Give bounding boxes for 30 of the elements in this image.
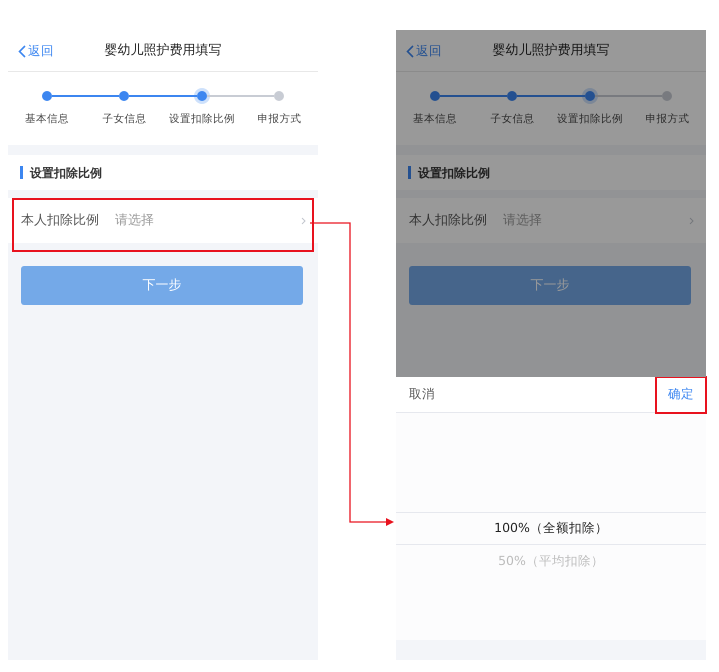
chevron-icon [689,216,694,224]
chevron-icon [301,216,306,224]
page-title: 婴幼儿照护费用填写 [104,42,222,60]
field-label: 本人扣除比例 [409,212,487,230]
step-label: 申报方式 [257,112,302,127]
section-marker [408,166,411,179]
back-button[interactable]: 返回 [406,42,442,61]
field-label: 本人扣除比例 [21,212,99,230]
cancel-button[interactable]: 取消 [396,385,448,404]
step-label: 设置扣除比例 [168,112,235,127]
step-label: 基本信息 [24,112,69,127]
section-title: 设置扣除比例 [418,164,490,182]
confirm-button[interactable]: 确定 [656,376,706,412]
picker-option[interactable]: 50%（平均扣除） [396,545,706,578]
back-button[interactable]: 返回 [18,42,54,61]
field-placeholder: 请选择 [503,212,543,230]
select-field[interactable]: 本人扣除比例 请选择 [8,198,318,243]
select-field[interactable]: 本人扣除比例 请选择 [396,198,706,243]
field-placeholder: 请选择 [115,212,155,230]
picker-option[interactable]: 100%（全额扣除） [396,512,706,545]
step-label: 基本信息 [412,112,457,127]
section-marker [20,166,23,179]
back-icon [406,44,414,58]
section-title: 设置扣除比例 [30,164,102,182]
back-icon [18,44,26,58]
step-label: 子女信息 [490,112,534,127]
page-title: 婴幼儿照护费用填写 [492,42,610,60]
step-label: 子女信息 [102,112,146,127]
step-label: 申报方式 [645,112,690,127]
step-label: 设置扣除比例 [556,112,623,127]
